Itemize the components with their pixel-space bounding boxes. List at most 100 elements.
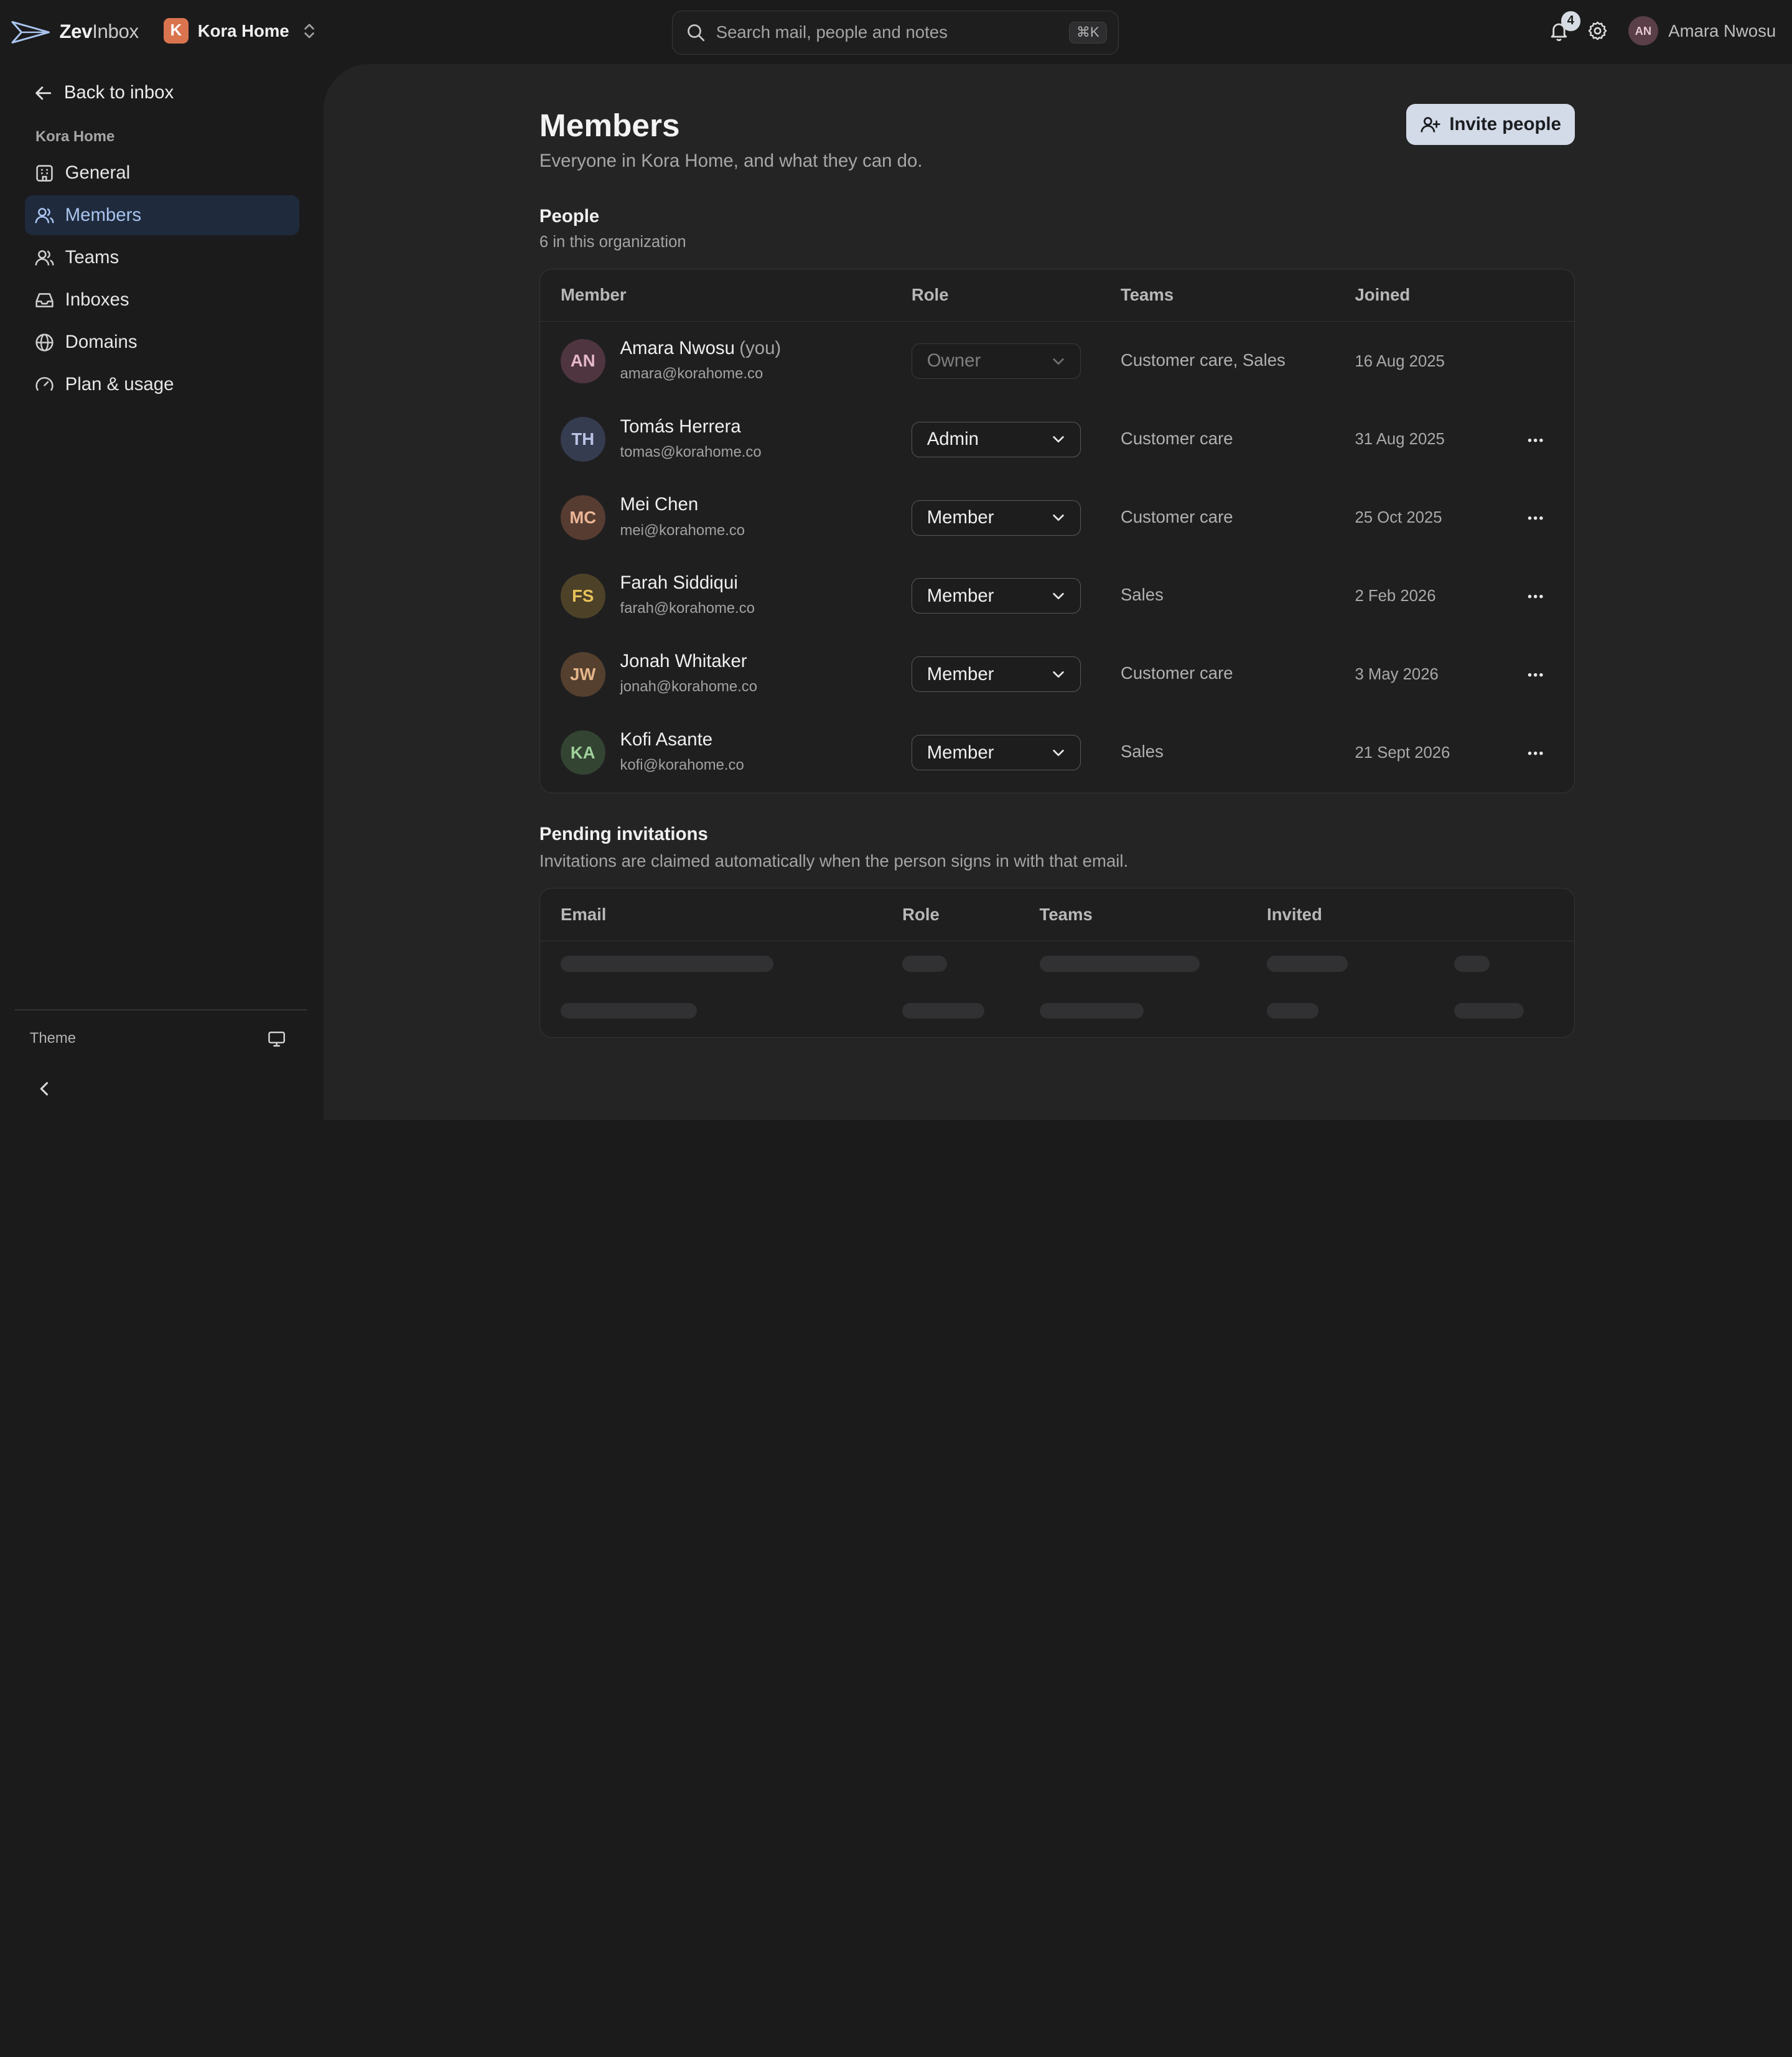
sidebar-section-label: Kora Home [35, 128, 115, 145]
more-horizontal-icon [1528, 595, 1543, 599]
column-header-email: Email [560, 904, 607, 924]
member-teams: Customer care [1120, 663, 1233, 683]
sidebar-item-domains[interactable]: Domains [25, 322, 299, 362]
collapse-sidebar-button[interactable] [33, 1078, 56, 1101]
role-select[interactable]: Member [911, 735, 1081, 770]
member-name: Amara Nwosu [620, 337, 735, 358]
sidebar-item-inboxes[interactable]: Inboxes [25, 280, 299, 320]
users-icon [35, 207, 54, 223]
role-value: Member [926, 663, 994, 684]
member-teams: Customer care [1120, 506, 1233, 526]
arrow-left-icon [35, 86, 52, 100]
skeleton-bar [560, 956, 773, 973]
role-select-locked: Owner [911, 343, 1081, 379]
user-plus-icon [1421, 116, 1440, 133]
workspace-switcher[interactable]: K Kora Home [163, 18, 315, 44]
sidebar-item-teams[interactable]: Teams [25, 238, 299, 278]
member-name: Farah Siddiqui [620, 572, 738, 594]
column-header-joined: Joined [1355, 285, 1411, 305]
more-horizontal-icon [1528, 438, 1543, 442]
settings-sidebar: Back to inbox Kora Home General Members [0, 64, 324, 1120]
sidebar-item-label: Inboxes [65, 289, 129, 310]
member-avatar: TH [560, 417, 605, 462]
you-indicator: (you) [739, 337, 782, 358]
page-title: Members [539, 106, 680, 143]
member-name: Kofi Asante [620, 729, 713, 750]
member-name-cell: Amara Nwosu (you) [620, 338, 781, 359]
members-table: Member Role Teams Joined AN Amara Nwosu(… [539, 268, 1575, 793]
invite-people-button[interactable]: Invite people [1406, 104, 1575, 146]
sidebar-item-members[interactable]: Members [25, 195, 300, 236]
chevron-down-icon [1053, 749, 1064, 756]
top-right-actions: 4 AN Amara Nwosu [1544, 11, 1776, 48]
sidebar-item-label: General [65, 162, 131, 184]
member-joined-date: 25 Oct 2025 [1355, 509, 1442, 527]
theme-toggle-button[interactable] [264, 1026, 289, 1051]
people-section-title: People [539, 205, 600, 226]
member-avatar: AN [560, 338, 605, 384]
role-select[interactable]: Member [911, 656, 1081, 693]
column-header-teams: Teams [1120, 285, 1174, 305]
member-actions-button[interactable] [1521, 582, 1551, 612]
skeleton-bar [1039, 1002, 1144, 1019]
skeleton-bar [1454, 1002, 1524, 1019]
member-email: tomas@korahome.co [620, 443, 762, 460]
skeleton-bar [1267, 956, 1348, 973]
member-row: JW Jonah Whitaker jonah@korahome.co Memb… [540, 635, 1574, 713]
column-header-role: Role [902, 904, 940, 924]
chevron-down-icon [1053, 671, 1064, 678]
team-icon [35, 250, 54, 266]
member-avatar: JW [560, 651, 605, 697]
brand-name-bold: Zev [59, 21, 93, 43]
settings-button[interactable] [1583, 14, 1613, 48]
people-count: 6 in this organization [539, 233, 686, 251]
back-to-inbox-label: Back to inbox [63, 82, 174, 103]
role-select[interactable]: Member [911, 578, 1081, 614]
pending-invitations-table: Email Role Teams Invited [539, 888, 1575, 1038]
settings-nav: General Members Teams Inboxes Domains Pl… [25, 153, 300, 407]
member-name: Jonah Whitaker [620, 651, 747, 672]
paper-plane-logo-icon [11, 21, 50, 44]
sidebar-item-general[interactable]: General [25, 153, 299, 193]
member-avatar: MC [560, 495, 605, 540]
user-menu[interactable]: AN Amara Nwosu [1628, 16, 1776, 46]
member-actions-button[interactable] [1521, 425, 1551, 455]
search-bar[interactable]: ⌘K [671, 10, 1119, 55]
search-input[interactable] [716, 22, 1069, 43]
chevron-left-icon [40, 1082, 48, 1096]
brand-name-thin: Inbox [92, 21, 139, 43]
notifications-button[interactable]: 4 [1544, 11, 1580, 48]
member-avatar: FS [560, 574, 605, 618]
skeleton-bar [902, 956, 947, 973]
role-value: Member [926, 742, 994, 763]
member-actions-button[interactable] [1521, 660, 1551, 690]
gear-icon [1588, 21, 1607, 40]
member-email: amara@korahome.co [620, 365, 763, 382]
role-value: Member [926, 507, 994, 528]
skeleton-bar [902, 1002, 985, 1019]
column-header-teams: Teams [1039, 904, 1093, 924]
member-actions-button[interactable] [1521, 503, 1551, 533]
role-select[interactable]: Member [911, 500, 1081, 536]
member-joined-date: 2 Feb 2026 [1355, 587, 1436, 605]
sidebar-item-label: Members [65, 205, 142, 226]
sidebar-item-label: Domains [65, 332, 138, 353]
brand-logo[interactable]: ZevInbox [11, 17, 139, 47]
member-joined-date: 16 Aug 2025 [1355, 352, 1445, 370]
member-actions-button[interactable] [1521, 739, 1551, 768]
skeleton-bar [560, 1002, 697, 1019]
back-to-inbox-link[interactable]: Back to inbox [34, 82, 174, 103]
member-joined-date: 31 Aug 2025 [1355, 431, 1445, 449]
user-name: Amara Nwosu [1668, 21, 1776, 40]
role-select[interactable]: Admin [911, 421, 1081, 457]
member-joined-date: 3 May 2026 [1355, 665, 1439, 683]
sidebar-divider [14, 1009, 308, 1010]
member-row: FS Farah Siddiqui farah@korahome.co Memb… [540, 557, 1574, 635]
skeleton-bar [1454, 956, 1490, 973]
workspace-name: Kora Home [197, 21, 289, 40]
sidebar-item-plan-usage[interactable]: Plan & usage [25, 365, 299, 404]
globe-icon [35, 333, 54, 352]
role-value: Member [926, 585, 994, 606]
member-name: Tomás Herrera [620, 416, 741, 437]
skeleton-bar [1039, 956, 1200, 973]
